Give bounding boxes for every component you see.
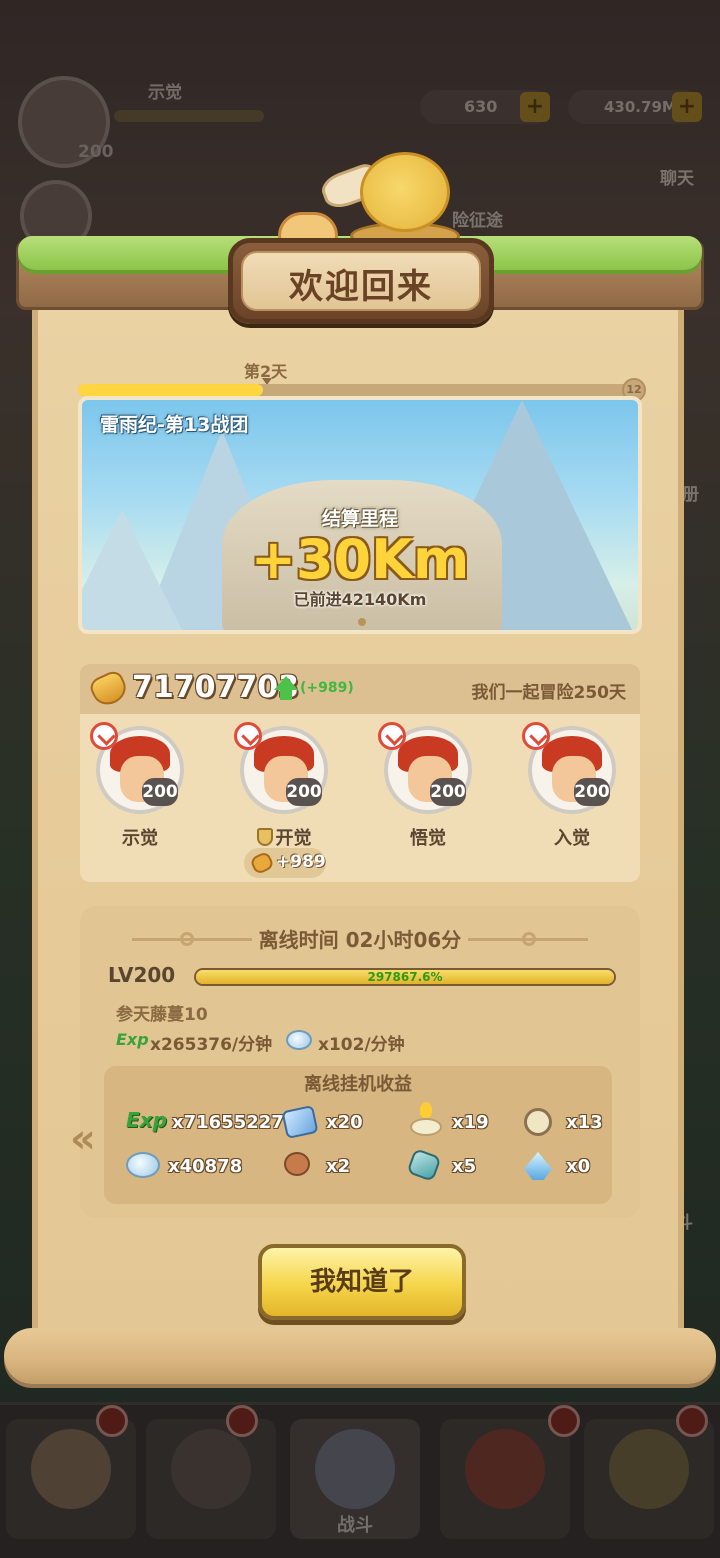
offline-time: 离线时间 02小时06分 [258, 928, 462, 952]
reward-item[interactable]: x2 [284, 1150, 414, 1184]
exp-rate: x265376/分钟 [150, 1035, 273, 1055]
distance-label: 结算里程 [321, 508, 398, 530]
reward-item[interactable]: x13 [524, 1106, 654, 1140]
offline-stage-name: 参天藤蔓10 [116, 1005, 208, 1025]
reward-item[interactable]: Exp x71655227 [126, 1106, 284, 1140]
heroes-box: 200 示觉 200 开觉 200 悟觉 200 入觉 +989 [80, 714, 640, 882]
hero-bonus-pill: +989 [244, 848, 326, 878]
hero-element-icon [234, 722, 262, 750]
exp-progress-text: 297867.6% [367, 970, 443, 984]
adventure-days: 我们一起冒险250天 [471, 683, 627, 703]
confirm-button-label: 我知道了 [309, 1267, 414, 1297]
offline-section: 离线时间 02小时06分 LV200 297867.6% 参天藤蔓10 Exp … [80, 906, 640, 1218]
reward-item[interactable]: x40878 [126, 1150, 256, 1184]
exp-icon: Exp [116, 1030, 149, 1049]
reward-value: x71655227 [172, 1112, 284, 1133]
hero-element-icon [378, 722, 406, 750]
power-row: 71707703 (+989) 我们一起冒险250天 [80, 664, 640, 714]
up-arrow-stem [280, 690, 292, 700]
reward-value: x13 [566, 1112, 603, 1133]
day-progress-bar [78, 384, 638, 396]
hero-element-icon [522, 722, 550, 750]
meat-icon [284, 1152, 310, 1176]
hero-card[interactable]: 200 示觉 [80, 722, 200, 876]
mascot-bird-icon [360, 152, 450, 232]
flame-icon [420, 1102, 432, 1118]
hero-level: 200 [574, 778, 610, 806]
stage-banner: 雷雨纪-第13战团 结算里程 +30Km 已前进42140Km [78, 396, 642, 634]
rewards-box: 离线挂机收益 Exp x71655227 x20 x19 x13 x40878 … [104, 1066, 612, 1204]
gear-coin-icon [524, 1108, 552, 1136]
hero-name-row: 开觉 [224, 824, 344, 850]
reward-value: x5 [452, 1156, 477, 1177]
hero-name: 开觉 [275, 828, 312, 849]
reward-item[interactable]: x0 [524, 1150, 654, 1184]
up-arrow-icon [274, 676, 298, 690]
reward-value: x0 [566, 1156, 591, 1177]
hero-element-icon [90, 722, 118, 750]
reward-item[interactable]: x5 [406, 1147, 540, 1184]
hero-level: 200 [430, 778, 466, 806]
stage-name: 雷雨纪-第13战团 [100, 414, 249, 436]
hero-card[interactable]: 200 悟觉 [368, 722, 488, 876]
reward-value: x19 [452, 1112, 489, 1133]
reward-item[interactable]: x20 [281, 1104, 414, 1140]
power-icon [249, 850, 275, 876]
crystal-icon [286, 1030, 312, 1050]
rewards-title: 离线挂机收益 [304, 1074, 412, 1095]
day-progress-fill [78, 384, 263, 396]
leader-shield-icon [256, 828, 273, 846]
exp-progress-bar: 297867.6% [194, 968, 616, 986]
candle-icon [410, 1118, 442, 1136]
ice-shard-icon [524, 1152, 552, 1180]
title-plaque: 欢迎回来 [228, 238, 494, 324]
crystal-rate: x102/分钟 [318, 1035, 405, 1055]
panel-title: 欢迎回来 [289, 267, 433, 307]
hero-name: 示觉 [122, 828, 158, 849]
distance-value: +30Km [250, 528, 470, 591]
reward-value: x20 [326, 1112, 363, 1133]
hero-name: 悟觉 [410, 828, 446, 849]
hero-name: 入觉 [554, 828, 590, 849]
hero-bonus-value: +989 [276, 852, 326, 872]
confirm-button[interactable]: 我知道了 [258, 1244, 466, 1320]
distance-total: 已前进42140Km [293, 590, 427, 609]
hero-level: 200 [286, 778, 322, 806]
dice-icon [281, 1104, 319, 1140]
chevron-left-icon[interactable]: « [70, 1116, 96, 1162]
reward-item[interactable]: x19 [410, 1102, 540, 1140]
reward-value: x40878 [168, 1156, 243, 1177]
stone-icon [406, 1147, 442, 1183]
scroll-bottom-roll [4, 1328, 716, 1384]
power-delta: (+989) [300, 680, 354, 696]
offline-level: LV200 [108, 963, 176, 987]
hero-card[interactable]: 200 入觉 [512, 722, 632, 876]
reward-value: x2 [326, 1156, 351, 1177]
crystal-icon [126, 1152, 160, 1178]
hero-level: 200 [142, 778, 178, 806]
power-icon [87, 668, 131, 710]
exp-icon: Exp [126, 1108, 167, 1132]
page-indicator-dot [358, 618, 366, 626]
